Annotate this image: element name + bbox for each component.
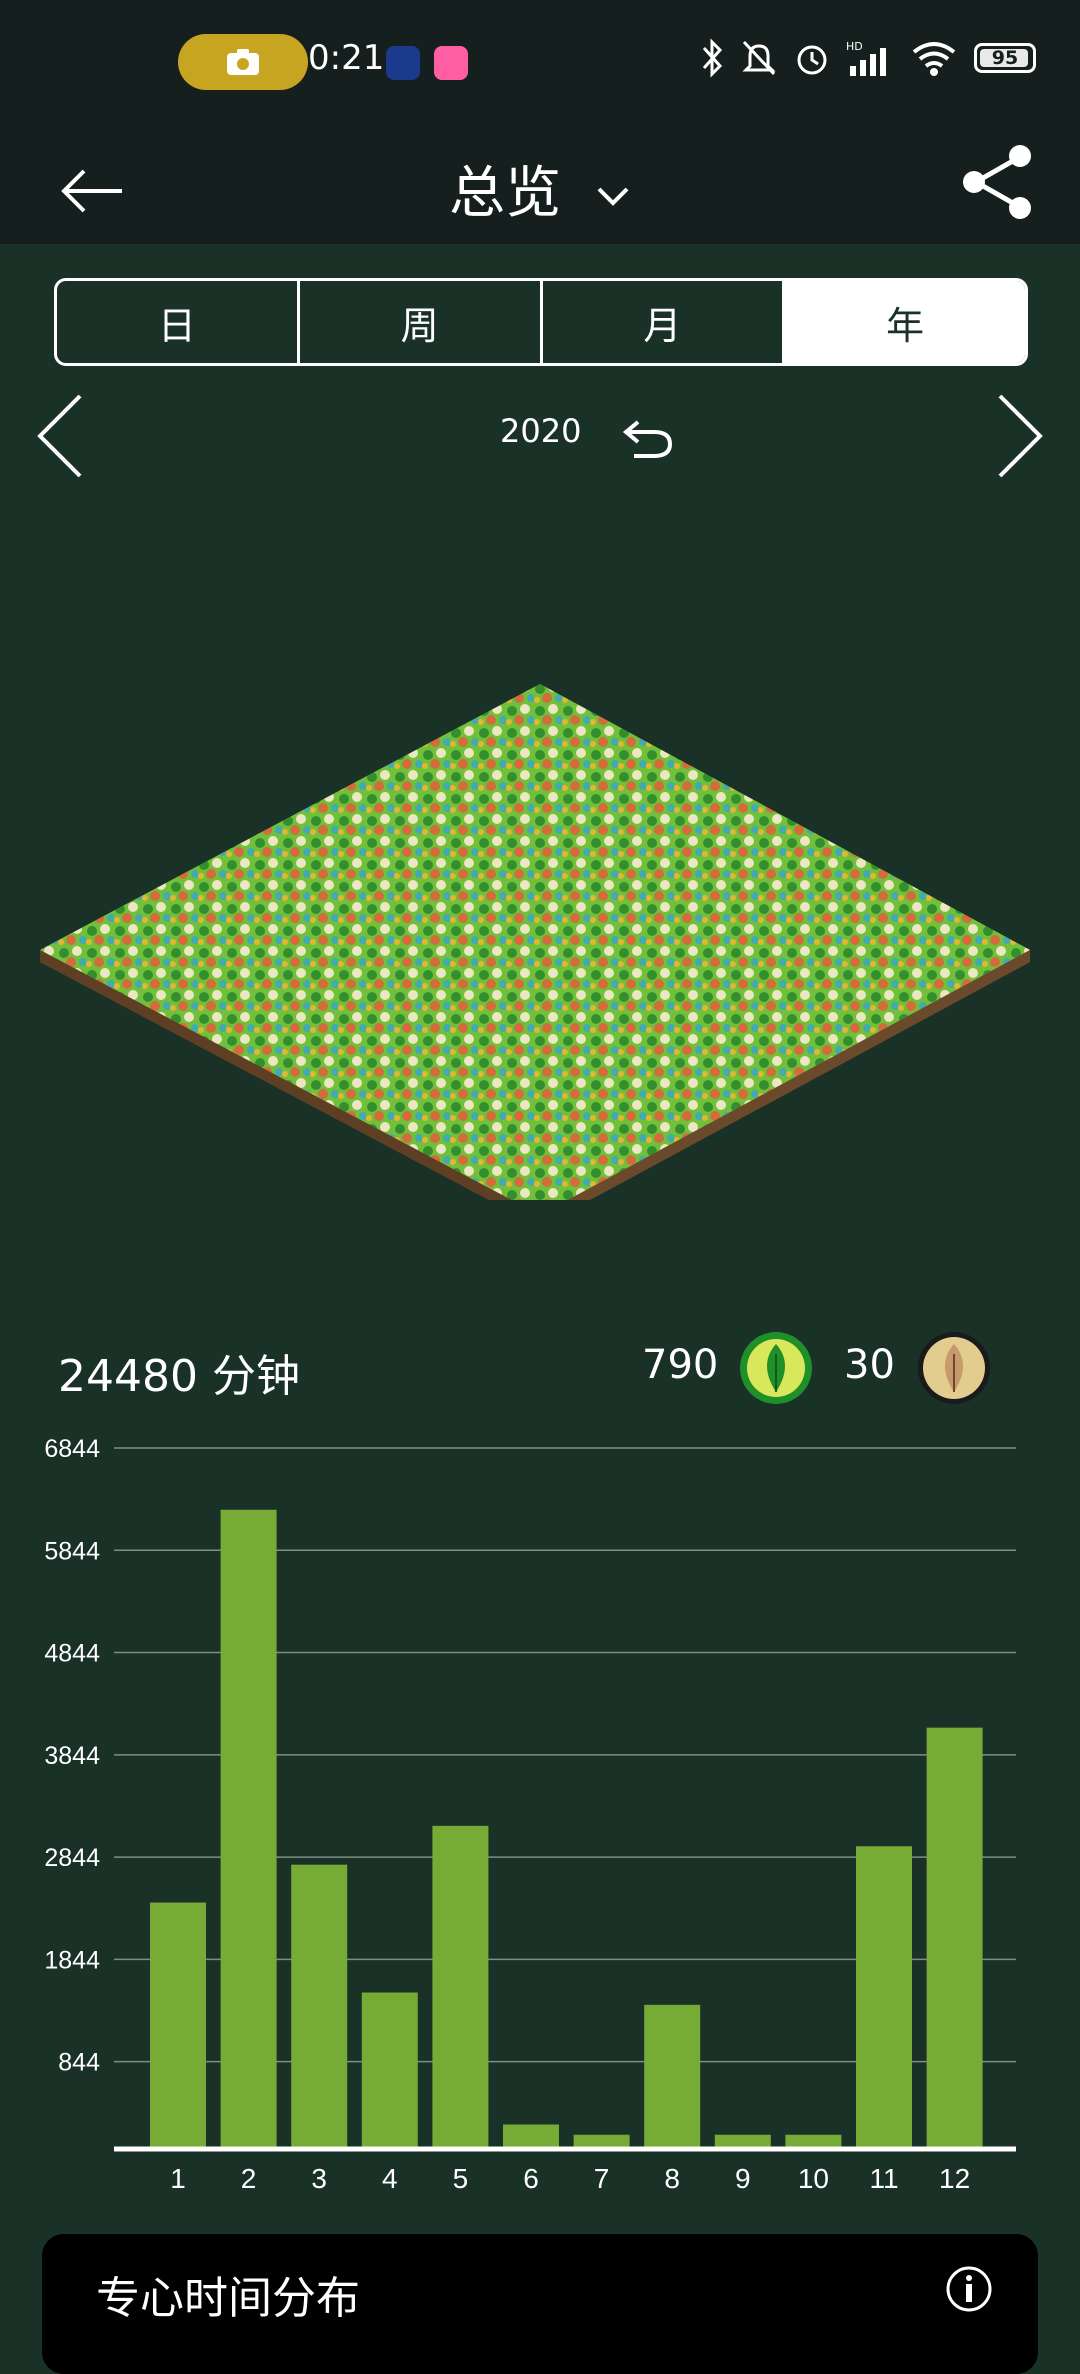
isometric-forest-image xyxy=(40,684,1030,1200)
mute-icon xyxy=(742,40,776,76)
monthly-focus-chart: 6844584448443844284418448441 2 3 4 5 6 7 8 9 10 11… xyxy=(44,1435,1016,2194)
period-navigator: 2020 xyxy=(0,390,1080,480)
x-tick-label: 4 xyxy=(382,2163,398,2194)
share-icon[interactable] xyxy=(950,130,1040,230)
x-tick-label: 5 xyxy=(453,2163,469,2194)
y-tick-label: 6844 xyxy=(44,1435,100,1463)
bar-month-12[interactable] xyxy=(926,1727,983,2148)
bar-month-1[interactable] xyxy=(150,1902,206,2148)
y-tick-label: 4844 xyxy=(44,1640,100,1668)
info-icon[interactable] xyxy=(944,2264,994,2314)
app-header: 总览 xyxy=(0,120,1080,244)
y-tick-label: 5844 xyxy=(44,1537,100,1565)
x-tick-label: 2 xyxy=(241,2163,257,2194)
bar-month-11[interactable] xyxy=(856,1846,912,2148)
status-time: 0:21 xyxy=(308,38,385,78)
alarm-icon xyxy=(797,45,827,75)
chevron-down-icon xyxy=(597,187,629,206)
chevron-right-icon[interactable] xyxy=(986,392,1046,478)
title-dropdown[interactable]: 总览 xyxy=(0,148,1080,229)
x-tick-label: 9 xyxy=(735,2163,751,2194)
y-tick-label: 3844 xyxy=(44,1742,100,1770)
bar-month-4[interactable] xyxy=(361,1992,418,2148)
tab-day[interactable]: 日 xyxy=(57,281,300,363)
bar-month-3[interactable] xyxy=(291,1864,348,2148)
tab-week[interactable]: 周 xyxy=(300,281,543,363)
svg-text:HD: HD xyxy=(846,40,863,53)
battery-icon: 95 xyxy=(974,43,1036,73)
x-tick-label: 11 xyxy=(869,2163,898,2194)
y-tick-label: 844 xyxy=(58,2049,100,2077)
camera-icon xyxy=(227,49,259,75)
period-label: 2020 xyxy=(500,412,582,450)
bar-month-10[interactable] xyxy=(785,2134,842,2148)
x-tick-label: 12 xyxy=(939,2163,970,2194)
bar-month-5[interactable] xyxy=(432,1825,489,2148)
x-tick-label: 10 xyxy=(798,2163,829,2194)
healthy-leaf-icon xyxy=(740,1332,812,1404)
bluetooth-icon xyxy=(702,38,723,78)
y-tick-label: 2844 xyxy=(44,1844,100,1872)
bar-month-9[interactable] xyxy=(714,2134,771,2148)
tab-year[interactable]: 年 xyxy=(785,281,1025,363)
period-tabs: 日 周 月 年 xyxy=(54,278,1028,366)
x-tick-label: 6 xyxy=(523,2163,539,2194)
focus-distribution-card[interactable]: 专心时间分布 xyxy=(42,2234,1038,2374)
status-bar: 0:21 HD 95 xyxy=(0,0,1080,120)
x-tick-label: 3 xyxy=(311,2163,327,2194)
healthy-tree-count: 790 xyxy=(642,1342,719,1388)
bar-month-7[interactable] xyxy=(573,2134,630,2148)
y-tick-label: 1844 xyxy=(44,1946,100,1974)
summary-stats: 24480 分钟 790 30 xyxy=(0,1330,1080,1410)
signal-icon: HD xyxy=(846,40,886,76)
battery-level: 95 xyxy=(991,47,1019,69)
app-icon-2 xyxy=(434,46,468,80)
total-minutes: 24480 分钟 xyxy=(58,1351,300,1402)
undo-icon[interactable] xyxy=(620,408,676,464)
bar-month-6[interactable] xyxy=(503,2124,559,2148)
status-icons: HD 95 xyxy=(698,38,1036,78)
x-tick-label: 7 xyxy=(594,2163,610,2194)
page-title: 总览 xyxy=(449,161,562,226)
x-tick-label: 1 xyxy=(170,2163,186,2194)
withered-leaf-icon xyxy=(918,1332,990,1404)
x-tick-label: 8 xyxy=(664,2163,680,2194)
withered-tree-count: 30 xyxy=(844,1342,895,1388)
bar-month-8[interactable] xyxy=(644,2004,701,2148)
bar-month-2[interactable] xyxy=(220,1509,277,2148)
camera-pill[interactable] xyxy=(178,34,308,90)
card-title: 专心时间分布 xyxy=(96,2273,360,2324)
wifi-icon xyxy=(912,42,956,76)
chevron-left-icon[interactable] xyxy=(34,392,94,478)
tab-month[interactable]: 月 xyxy=(543,281,786,363)
app-icon-1 xyxy=(386,46,420,80)
